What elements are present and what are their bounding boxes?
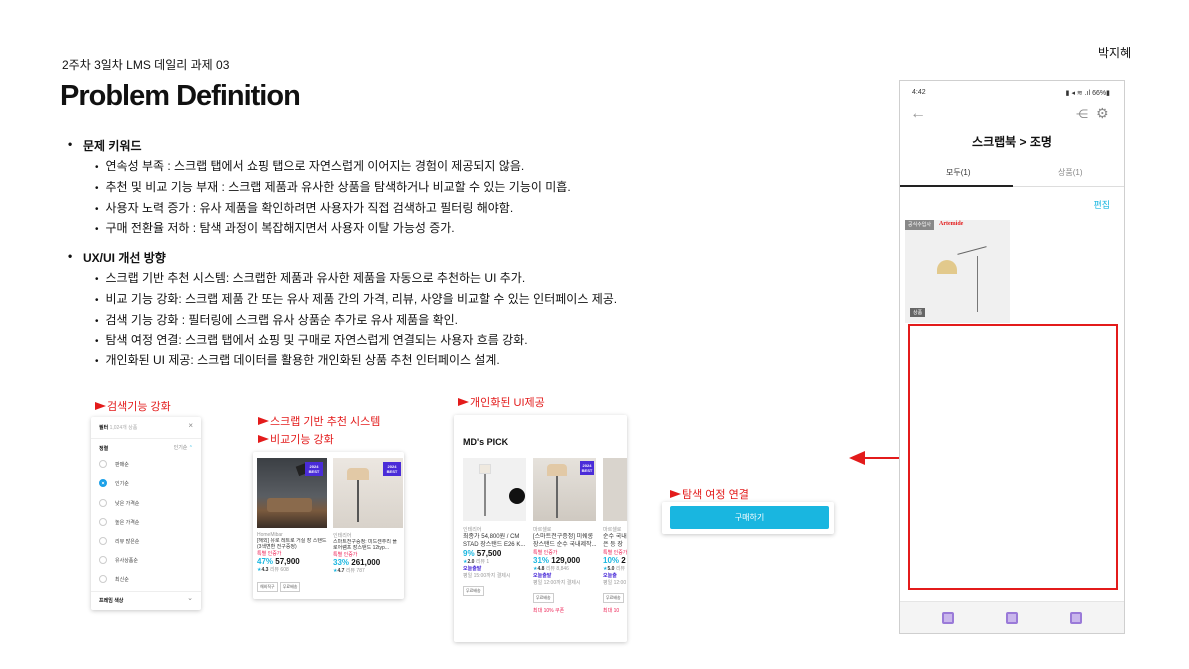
- author-name: 박지혜: [1098, 46, 1132, 60]
- phone-screen: 4:42 ▮ ◂ ≋ .ıl 66%▮ ← ⋲ ⚙ 스크랩북 > 조명 모두(1…: [899, 80, 1125, 634]
- nav-app-icon[interactable]: [1006, 612, 1018, 624]
- edit-button[interactable]: 편집: [1093, 198, 1110, 211]
- sort-label: 정렬: [99, 446, 109, 452]
- product-info: 인테리어 스마트전구증정: 미드센추리 플로어램프 장스탠드 12typ... …: [333, 533, 397, 574]
- share-icon[interactable]: ⋲: [1076, 107, 1088, 121]
- product-info: 인테리어 최종가 54,800원 / CM STAD 장스탠드 E26 K...…: [463, 526, 529, 597]
- mds-pick-title: MD's PICK: [463, 437, 509, 447]
- tab-products[interactable]: 상품(1): [1058, 167, 1083, 178]
- annotation-search: 검색기능 강화: [95, 398, 171, 414]
- status-battery: ▮ ◂ ≋ .ıl 66%▮: [1065, 90, 1110, 97]
- sort-option[interactable]: 최신순: [99, 575, 129, 583]
- product-info: HomeMibar [해외] 유로 레트로 거실 장 스탠드 (3색변환 전구증…: [257, 532, 327, 593]
- buy-button-panel: 구매하기: [662, 502, 834, 534]
- filter-title: 필터 1,024개 상품: [99, 425, 138, 431]
- radio-icon: [99, 518, 107, 526]
- buy-button[interactable]: 구매하기: [670, 506, 829, 529]
- nav-app-icon[interactable]: [1070, 612, 1082, 624]
- radio-icon: [99, 499, 107, 507]
- radio-checked-icon: [99, 479, 107, 487]
- page-title: Problem Definition: [60, 80, 301, 112]
- close-icon[interactable]: ×: [188, 421, 193, 430]
- radio-icon: [99, 575, 107, 583]
- page-title: 스크랩북 > 조명: [972, 135, 1052, 149]
- problem-item: 사용자 노력 증가 : 유사 제품을 확인하려면 사용자가 직접 검색하고 필터…: [95, 199, 514, 216]
- problem-item: 구매 전환율 저하 : 탐색 과정이 복잡해지면서 사용자 이탈 가능성 증가.: [95, 219, 455, 236]
- mds-pick-panel: MD's PICK 2024 BEST 인테리어 최종가 54,800원 / C…: [454, 415, 627, 642]
- sort-option[interactable]: 판매순: [99, 460, 129, 468]
- product-image[interactable]: [603, 458, 627, 521]
- section-heading-problems: 문제 키워드: [68, 137, 142, 154]
- best-badge: 2024 BEST: [305, 462, 323, 476]
- official-badge: 공식수입사: [905, 220, 935, 230]
- problem-item: 연속성 부족 : 스크랩 탭에서 쇼핑 탭으로 자연스럽게 이어지는 경험이 제…: [95, 157, 525, 174]
- filter-panel: 필터 1,024개 상품 × 정렬 인기순 ⌃ 판매순 인기순 낮은 가격순 높…: [91, 417, 201, 610]
- compare-panel: 2024 BEST 2024 BEST HomeMibar [해외] 유로 레트…: [253, 452, 404, 599]
- improvement-item: 스크랩 기반 추천 시스템: 스크랩한 제품과 유사한 제품을 자동으로 추천하…: [95, 269, 526, 286]
- bottom-nav: [900, 601, 1124, 633]
- radio-icon: [99, 460, 107, 468]
- chevron-down-icon[interactable]: ⌄: [187, 594, 193, 602]
- product-image[interactable]: [463, 458, 526, 521]
- best-badge: 2024 BEST: [383, 462, 401, 476]
- improvement-item: 탐색 여정 연결: 스크랩 탭에서 쇼핑 및 구매로 자연스럽게 연결되는 사용…: [95, 331, 528, 348]
- annotation-journey: 탐색 여정 연결: [670, 486, 749, 502]
- sort-option[interactable]: 유사상품순: [99, 556, 138, 564]
- sort-option[interactable]: 리뷰 많은순: [99, 537, 139, 545]
- improvement-item: 검색 기능 강화 : 필터링에 스크랩 유사 상품순 추가로 유사 제품을 확인…: [95, 311, 458, 328]
- annotation-recommend: 스크랩 기반 추천 시스템: [258, 413, 380, 429]
- gear-icon[interactable]: ⚙: [1096, 105, 1109, 122]
- brand-logo: Artemide: [939, 221, 964, 227]
- status-time: 4:42: [912, 89, 926, 96]
- back-arrow-icon[interactable]: ←: [910, 105, 926, 123]
- problem-item: 추천 및 비교 기능 부재 : 스크랩 제품과 유사한 상품을 탐색하거나 비교…: [95, 178, 571, 195]
- improvement-item: 개인화된 UI 제공: 스크랩 데이터를 활용한 개인화된 상품 추천 인터페이…: [95, 351, 500, 368]
- annotation-personal: 개인화된 UI제공: [458, 394, 545, 410]
- sort-option-selected[interactable]: 인기순: [99, 479, 129, 487]
- improvement-item: 비교 기능 강화: 스크랩 제품 간 또는 유사 제품 간의 가격, 리뷰, 사…: [95, 290, 618, 307]
- nav-app-icon[interactable]: [942, 612, 954, 624]
- best-badge: 2024 BEST: [580, 461, 594, 475]
- sort-value[interactable]: 인기순 ⌃: [174, 444, 193, 451]
- item-tag: 상품: [910, 308, 926, 317]
- frame-color-filter[interactable]: 프레임 색상: [99, 597, 123, 604]
- radio-icon: [99, 537, 107, 545]
- page-subtitle: 2주차 3일차 LMS 데일리 과제 03: [62, 58, 230, 72]
- product-info: 마르셀로 순수 국내 은 등 장 ... 특별 인증가 10% 2 ★5.0 리…: [603, 527, 627, 614]
- scrapped-product-image[interactable]: 공식수입사 Artemide 상품: [905, 220, 1010, 323]
- radio-icon: [99, 556, 107, 564]
- section-heading-improvements: UX/UI 개선 방향: [68, 249, 166, 266]
- annotation-compare: 비교기능 강화: [258, 431, 334, 447]
- sort-option[interactable]: 낮은 가격순: [99, 499, 139, 507]
- sort-option[interactable]: 높은 가격순: [99, 518, 139, 526]
- tab-all[interactable]: 모두(1): [946, 167, 971, 178]
- highlight-box: [908, 324, 1118, 590]
- product-info: 마르셀로 [스마트전구증정] 미쉐롱 장스탠드 순수 국내제작... 특별 인증…: [533, 527, 597, 614]
